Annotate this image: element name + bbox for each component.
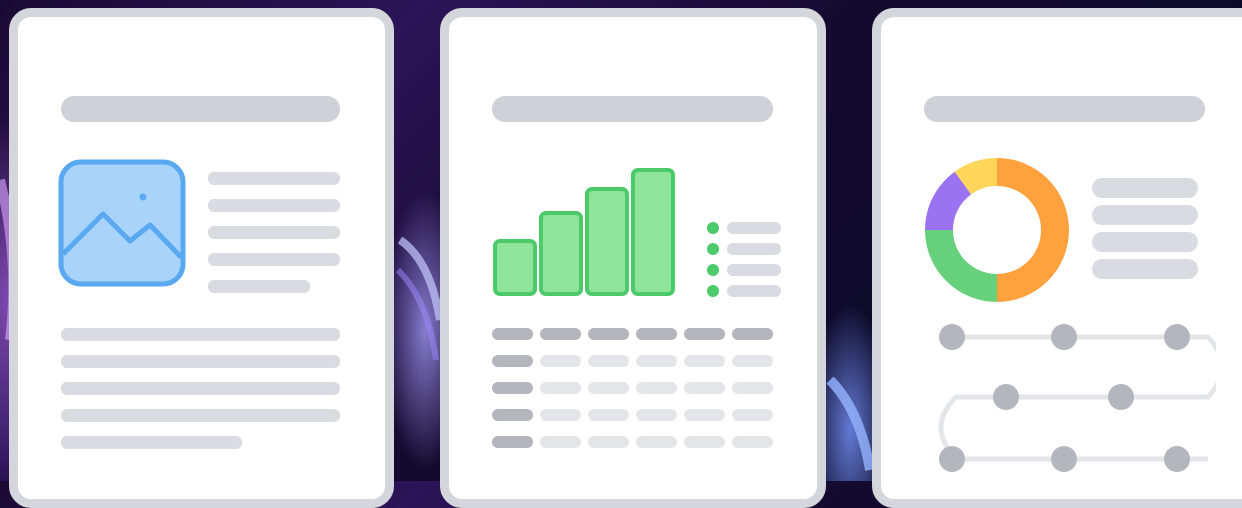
legend-line-placeholder <box>1092 232 1198 252</box>
table-cell-placeholder <box>540 355 581 367</box>
legend-line-placeholder <box>727 264 781 276</box>
table-header-cell-placeholder <box>732 328 773 340</box>
table-cell-placeholder <box>684 436 725 448</box>
table-cell-placeholder <box>732 355 773 367</box>
table-cell-placeholder <box>540 382 581 394</box>
table-cell-placeholder <box>588 409 629 421</box>
paragraph-line-placeholder <box>61 328 340 341</box>
text-line-placeholder <box>208 253 340 266</box>
table-placeholder <box>492 328 782 458</box>
text-line-placeholder <box>208 226 340 239</box>
card-title-placeholder <box>924 96 1205 122</box>
table-header-cell-placeholder <box>588 328 629 340</box>
table-cell-placeholder <box>636 382 677 394</box>
legend-dot <box>707 243 719 255</box>
table-cell-placeholder <box>684 382 725 394</box>
table-cell-placeholder <box>636 355 677 367</box>
text-line-placeholder <box>208 199 340 212</box>
legend-dot <box>707 285 719 297</box>
timeline-path-icon <box>938 324 1216 472</box>
legend-line-placeholder <box>1092 259 1198 279</box>
image-icon <box>58 159 186 287</box>
bar-chart-icon <box>493 168 675 296</box>
table-cell-placeholder <box>684 355 725 367</box>
legend-line-placeholder <box>1092 178 1198 198</box>
donut-chart-icon <box>925 157 1069 302</box>
table-cell-placeholder <box>636 409 677 421</box>
table-cell-placeholder <box>588 436 629 448</box>
table-cell-placeholder <box>732 382 773 394</box>
legend-dot <box>707 222 719 234</box>
paragraph-line-placeholder <box>61 382 340 395</box>
paragraph-line-placeholder <box>61 436 242 449</box>
table-cell-placeholder <box>492 382 533 394</box>
card-title-placeholder <box>61 96 340 122</box>
table-cell-placeholder <box>588 355 629 367</box>
table-cell-placeholder <box>540 436 581 448</box>
paragraph-line-placeholder <box>61 409 340 422</box>
document-card-bar-chart <box>440 8 826 508</box>
table-header-cell-placeholder <box>540 328 581 340</box>
table-cell-placeholder <box>588 382 629 394</box>
table-cell-placeholder <box>732 409 773 421</box>
document-card-image <box>9 8 394 508</box>
table-header-cell-placeholder <box>684 328 725 340</box>
text-line-placeholder <box>208 172 340 185</box>
legend-dot <box>707 264 719 276</box>
card-title-placeholder <box>492 96 773 122</box>
paragraph-line-placeholder <box>61 355 340 368</box>
table-header-cell-placeholder <box>636 328 677 340</box>
table-cell-placeholder <box>492 436 533 448</box>
text-line-placeholder <box>208 280 310 293</box>
table-header-cell-placeholder <box>492 328 533 340</box>
document-card-donut-chart <box>872 8 1242 508</box>
legend-line-placeholder <box>1092 205 1198 225</box>
legend-line-placeholder <box>727 222 781 234</box>
table-cell-placeholder <box>732 436 773 448</box>
table-cell-placeholder <box>684 409 725 421</box>
table-cell-placeholder <box>540 409 581 421</box>
legend-line-placeholder <box>727 285 781 297</box>
table-cell-placeholder <box>636 436 677 448</box>
table-cell-placeholder <box>492 409 533 421</box>
legend-line-placeholder <box>727 243 781 255</box>
table-cell-placeholder <box>492 355 533 367</box>
